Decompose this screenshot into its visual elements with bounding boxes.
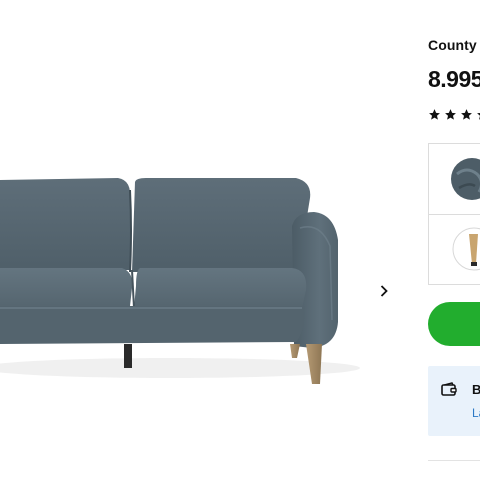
- product-options: [428, 143, 480, 285]
- product-image-gallery: [0, 0, 418, 480]
- sofa-product-image: [0, 178, 360, 384]
- chevron-right-icon: [380, 285, 388, 297]
- fabric-swatch-icon: [451, 158, 480, 200]
- wallet-icon: [441, 382, 457, 396]
- fabric-option[interactable]: [429, 144, 480, 215]
- wooden-leg-icon: [452, 227, 480, 271]
- star-icon: [445, 109, 456, 120]
- payment-info-box: B La: [428, 366, 480, 436]
- add-to-cart-button[interactable]: [428, 302, 480, 346]
- star-icon: [429, 109, 440, 120]
- leg-option[interactable]: [429, 214, 480, 284]
- product-info-panel: County 8.995 B L: [418, 0, 480, 480]
- payment-title: B: [472, 382, 480, 397]
- product-brand: County: [428, 37, 477, 53]
- star-icon: [461, 109, 472, 120]
- payment-link[interactable]: La: [472, 406, 480, 420]
- product-price: 8.995: [428, 66, 480, 92]
- divider: [428, 460, 480, 461]
- rating-stars[interactable]: [428, 108, 480, 121]
- star-icon: [477, 112, 480, 120]
- gallery-next-button[interactable]: [374, 280, 394, 302]
